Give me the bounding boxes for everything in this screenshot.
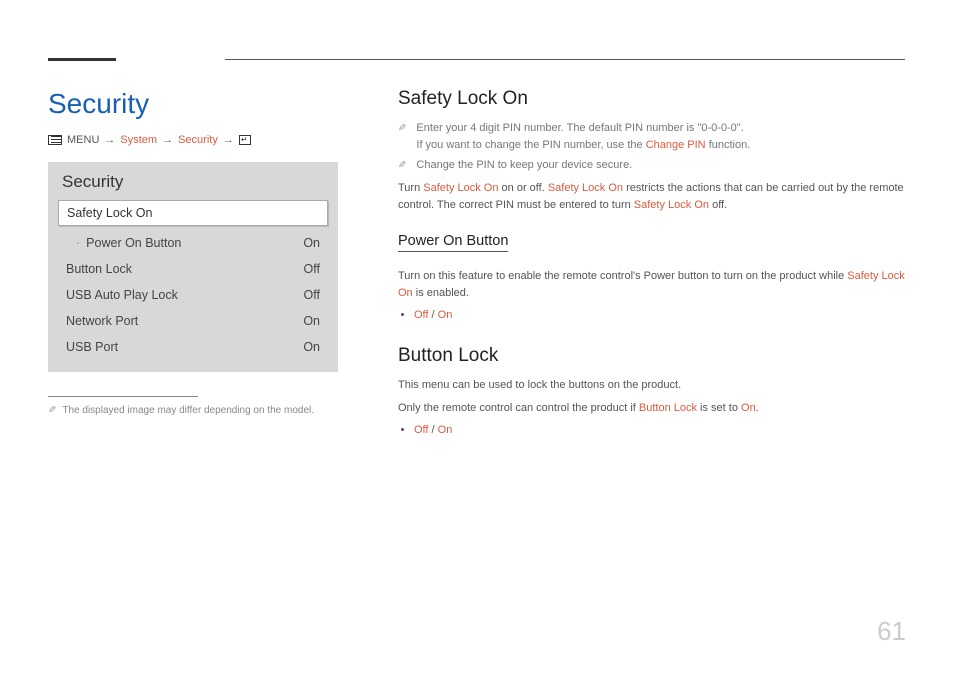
text-frag: on or off. — [498, 182, 547, 194]
text-frag-hl: Safety Lock On — [634, 199, 709, 211]
text-frag-hl: Safety Lock On — [423, 182, 498, 194]
note-line: Enter your 4 digit PIN number. The defau… — [416, 122, 743, 134]
header-rules — [0, 0, 954, 60]
footnote-rule — [48, 396, 198, 397]
link-change-pin: Change PIN — [646, 139, 706, 151]
pencil-icon — [48, 405, 56, 416]
text-frag: off. — [709, 199, 727, 211]
opt-off: Off — [414, 424, 428, 436]
note-row: Change the PIN to keep your device secur… — [398, 157, 906, 174]
body-text: Turn Safety Lock On on or off. Safety Lo… — [398, 180, 906, 215]
note-row: Enter your 4 digit PIN number. The defau… — [398, 120, 906, 153]
note-text: Enter your 4 digit PIN number. The defau… — [416, 120, 750, 153]
body-text: Turn on this feature to enable the remot… — [398, 268, 906, 303]
osd-selected-label: Safety Lock On — [67, 206, 152, 220]
enter-icon — [239, 135, 251, 145]
osd-row-label: USB Auto Play Lock — [66, 288, 178, 302]
pencil-icon — [398, 157, 406, 174]
osd-row: USB Port On — [58, 334, 328, 360]
osd-row-label: Power On Button — [76, 236, 181, 250]
osd-row: USB Auto Play Lock Off — [58, 282, 328, 308]
text-frag: Turn on this feature to enable the remot… — [398, 270, 847, 282]
opt-sep: / — [428, 424, 437, 436]
rule-line — [225, 59, 905, 60]
note-text: Change the PIN to keep your device secur… — [416, 157, 632, 174]
osd-row-label: USB Port — [66, 340, 118, 354]
text-frag: is enabled. — [413, 287, 469, 299]
osd-selected-row: Safety Lock On — [58, 200, 328, 226]
right-column: Safety Lock On Enter your 4 digit PIN nu… — [398, 88, 906, 436]
note-line: If you want to change the PIN number, us… — [416, 139, 645, 151]
osd-row-value: On — [303, 236, 320, 250]
osd-row-label: Network Port — [66, 314, 138, 328]
body-text: Only the remote control can control the … — [398, 400, 906, 418]
osd-row-value: On — [303, 340, 320, 354]
heading-power-on-button: Power On Button — [398, 233, 508, 252]
text-frag: . — [756, 402, 759, 414]
footnote-text: The displayed image may differ depending… — [62, 405, 314, 416]
osd-row-value: Off — [304, 262, 320, 276]
heading-button-lock: Button Lock — [398, 345, 906, 367]
pencil-icon — [398, 120, 406, 153]
osd-row-value: Off — [304, 288, 320, 302]
osd-title: Security — [58, 172, 328, 192]
option-item: Off / On — [414, 424, 906, 436]
option-list: Off / On — [398, 424, 906, 436]
option-list: Off / On — [398, 309, 906, 321]
osd-panel: Security Safety Lock On Power On Button … — [48, 162, 338, 372]
breadcrumb-menu-label: MENU — [67, 134, 99, 146]
opt-off: Off — [414, 309, 428, 321]
osd-row: Network Port On — [58, 308, 328, 334]
page-number: 61 — [877, 616, 906, 647]
chevron-right-icon: → — [162, 134, 173, 146]
text-frag-hl: Button Lock — [639, 402, 697, 414]
option-item: Off / On — [414, 309, 906, 321]
body-text: This menu can be used to lock the button… — [398, 377, 906, 395]
opt-on: On — [438, 424, 453, 436]
text-frag: Turn — [398, 182, 423, 194]
page-title: Security — [48, 88, 338, 120]
heading-safety-lock: Safety Lock On — [398, 88, 906, 110]
breadcrumb-item-security: Security — [178, 134, 218, 146]
manual-page: Security MENU → System → Security → Secu… — [0, 0, 954, 675]
text-frag-hl: On — [741, 402, 756, 414]
opt-on: On — [438, 309, 453, 321]
note-line: function. — [706, 139, 751, 151]
osd-row: Power On Button On — [58, 230, 328, 256]
breadcrumb: MENU → System → Security → — [48, 134, 338, 146]
text-frag: is set to — [697, 402, 741, 414]
chevron-right-icon: → — [104, 134, 115, 146]
menu-grid-icon — [48, 135, 62, 145]
osd-row-value: On — [303, 314, 320, 328]
osd-row-label: Button Lock — [66, 262, 132, 276]
opt-sep: / — [428, 309, 437, 321]
text-frag-hl: Safety Lock On — [548, 182, 623, 194]
accent-bar — [48, 58, 116, 61]
left-column: Security MENU → System → Security → Secu… — [48, 88, 338, 436]
footnote: The displayed image may differ depending… — [48, 405, 338, 416]
chevron-right-icon: → — [223, 134, 234, 146]
breadcrumb-item-system: System — [120, 134, 157, 146]
text-frag: Only the remote control can control the … — [398, 402, 639, 414]
osd-row: Button Lock Off — [58, 256, 328, 282]
